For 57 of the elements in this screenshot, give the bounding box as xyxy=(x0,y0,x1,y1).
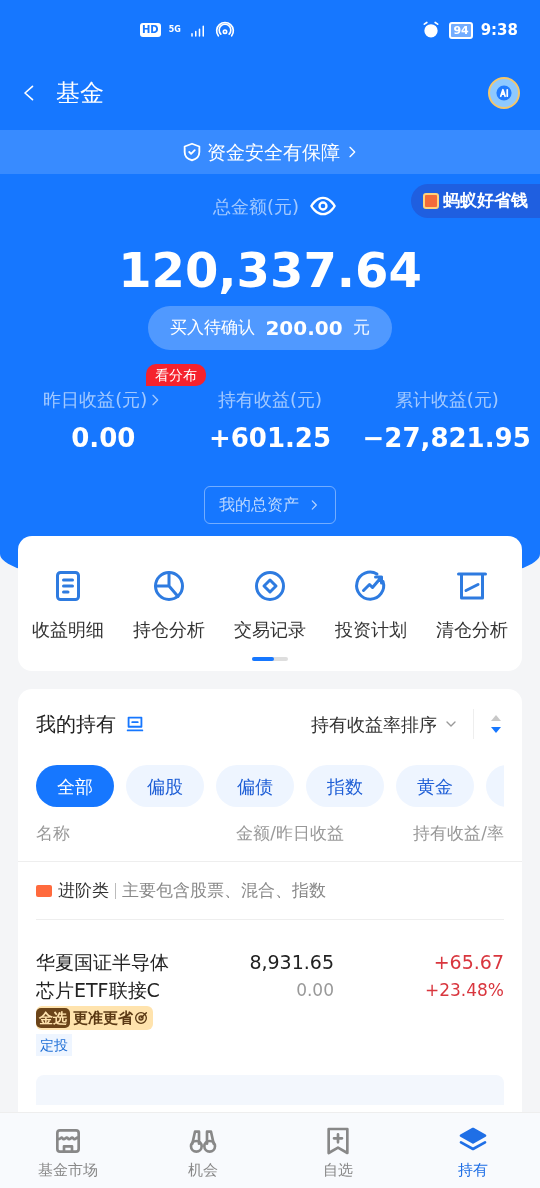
shortcut-item[interactable]: 交易记录 xyxy=(219,568,321,643)
nav-tab[interactable]: 持有 xyxy=(405,1113,540,1188)
column-header: 名称 xyxy=(36,822,71,846)
category-description: 主要包含股票、混合、指数 xyxy=(122,878,326,902)
sort-dropdown[interactable]: 持有收益率排序 xyxy=(311,710,459,738)
ai-assistant-button[interactable] xyxy=(488,77,520,109)
shortcut-item[interactable]: 投资计划 xyxy=(320,568,422,643)
promo-badge[interactable]: 蚂蚁好省钱 xyxy=(411,184,540,218)
filter-chip[interactable]: 偏债 xyxy=(216,765,294,807)
battery-indicator: 94 xyxy=(449,21,473,39)
stat-label: 持有收益(元) xyxy=(217,388,322,412)
security-label: 资金安全有保障 xyxy=(206,139,340,165)
filter-chip[interactable]: 偏股 xyxy=(126,765,204,807)
total-assets-button[interactable]: 我的总资产 xyxy=(204,486,336,524)
fund-row[interactable]: 华夏国证半导体芯片ETF联接C 金选 更准更省 定投 8,931.65 0.00 +65.67 +23.48% xyxy=(36,948,504,1057)
plan-tag: 定投 xyxy=(36,1034,72,1056)
fund-profit: +65.67 xyxy=(432,950,504,975)
nav-tab[interactable]: 自选 xyxy=(270,1113,405,1188)
stat-value: +601.25 xyxy=(208,422,332,455)
page-title: 基金 xyxy=(56,78,104,109)
pending-unit: 元 xyxy=(352,316,370,340)
stat-label: 累计收益(元) xyxy=(394,388,499,412)
stat-value: −27,821.95 xyxy=(362,422,531,455)
network-label: 5G xyxy=(168,26,181,34)
hotspot-icon xyxy=(214,20,235,40)
filter-chip[interactable]: 指数 xyxy=(306,765,384,807)
filter-chip[interactable]: 全部 xyxy=(36,765,114,807)
total-amount: 120,337.64 xyxy=(117,241,423,300)
shortcut-item[interactable]: 收益明细 xyxy=(18,568,119,643)
shortcut-item[interactable]: 清仓分析 xyxy=(421,568,522,643)
category-name: 进阶类 xyxy=(58,878,109,902)
promo-text: 更准更省 xyxy=(73,1007,133,1029)
fund-rate: +23.48% xyxy=(423,979,504,1002)
status-time: 9:38 xyxy=(480,19,518,41)
promo-tag: 金选 xyxy=(36,1008,70,1028)
pending-amount: 200.00 xyxy=(265,315,343,342)
nav-tab[interactable]: 机会 xyxy=(135,1113,270,1188)
stat-value: 0.00 xyxy=(71,422,136,455)
nav-tab[interactable]: 基金市场 xyxy=(0,1113,135,1188)
target-icon xyxy=(133,1010,149,1026)
pending-pill[interactable]: 买入待确认 200.00 元 xyxy=(148,306,392,350)
fund-yesterday: 0.00 xyxy=(295,979,334,1002)
distribution-badge[interactable]: 看分布 xyxy=(146,364,206,386)
pending-label: 买入待确认 xyxy=(170,316,256,340)
diamond-coin-icon xyxy=(252,568,288,604)
hd-icon: HD xyxy=(140,23,161,37)
shortcut-item[interactable]: 持仓分析 xyxy=(118,568,220,643)
fund-name: 华夏国证半导体芯片ETF联接C xyxy=(36,950,170,1003)
total-label: 总金额(元) xyxy=(212,194,299,219)
security-banner[interactable]: 资金安全有保障 xyxy=(0,130,540,174)
column-header: 持有收益/率 xyxy=(412,822,504,846)
fund-amount: 8,931.65 xyxy=(248,950,334,975)
gift-icon xyxy=(423,193,439,209)
category-icon xyxy=(36,884,52,897)
column-header: 金额/昨日收益 xyxy=(236,822,344,846)
filter-chip[interactable]: 黄金 xyxy=(396,765,474,807)
holdings-title: 我的持有 xyxy=(36,711,116,738)
